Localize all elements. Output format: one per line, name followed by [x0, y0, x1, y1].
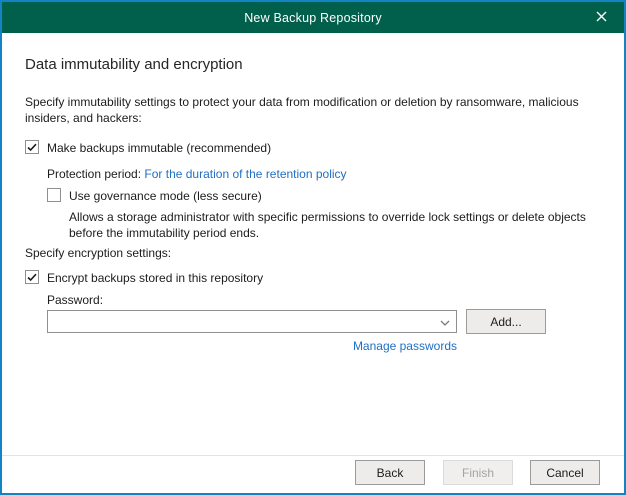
chevron-down-icon: [440, 314, 450, 329]
governance-description: Allows a storage administrator with spec…: [69, 209, 609, 241]
manage-passwords-line: Manage passwords: [47, 339, 457, 353]
make-backups-immutable-checkbox[interactable]: [25, 140, 39, 154]
manage-passwords-link[interactable]: Manage passwords: [353, 339, 457, 353]
new-backup-repository-dialog: New Backup Repository Data immutability …: [0, 0, 626, 495]
page-title: Data immutability and encryption: [25, 56, 243, 73]
checkmark-icon: [27, 269, 37, 287]
governance-mode-label[interactable]: Use governance mode (less secure): [69, 188, 262, 203]
encrypt-backups-row: Encrypt backups stored in this repositor…: [25, 270, 263, 285]
add-password-button[interactable]: Add...: [466, 309, 546, 334]
password-input[interactable]: [48, 311, 434, 332]
cancel-button[interactable]: Cancel: [530, 460, 600, 485]
finish-button: Finish: [443, 460, 513, 485]
governance-mode-row: Use governance mode (less secure): [47, 188, 262, 203]
password-combobox[interactable]: [47, 310, 457, 333]
footer-separator: [2, 455, 624, 456]
make-backups-immutable-label[interactable]: Make backups immutable (recommended): [47, 140, 271, 155]
encrypt-backups-label[interactable]: Encrypt backups stored in this repositor…: [47, 270, 263, 285]
close-button[interactable]: [584, 2, 618, 33]
encrypt-backups-checkbox[interactable]: [25, 270, 39, 284]
protection-period-link[interactable]: For the duration of the retention policy: [144, 167, 346, 181]
governance-mode-checkbox[interactable]: [47, 188, 61, 202]
window-title: New Backup Repository: [244, 11, 382, 25]
encryption-settings-label: Specify encryption settings:: [25, 246, 171, 260]
password-dropdown-button[interactable]: [434, 311, 456, 332]
close-icon: [596, 10, 607, 25]
protection-period-line: Protection period: For the duration of t…: [47, 167, 347, 181]
back-button[interactable]: Back: [355, 460, 425, 485]
checkmark-icon: [27, 139, 37, 157]
protection-period-label: Protection period:: [47, 167, 141, 181]
make-backups-immutable-row: Make backups immutable (recommended): [25, 140, 271, 155]
titlebar: New Backup Repository: [2, 2, 624, 33]
password-label: Password:: [47, 293, 103, 307]
intro-text: Specify immutability settings to protect…: [25, 94, 603, 126]
